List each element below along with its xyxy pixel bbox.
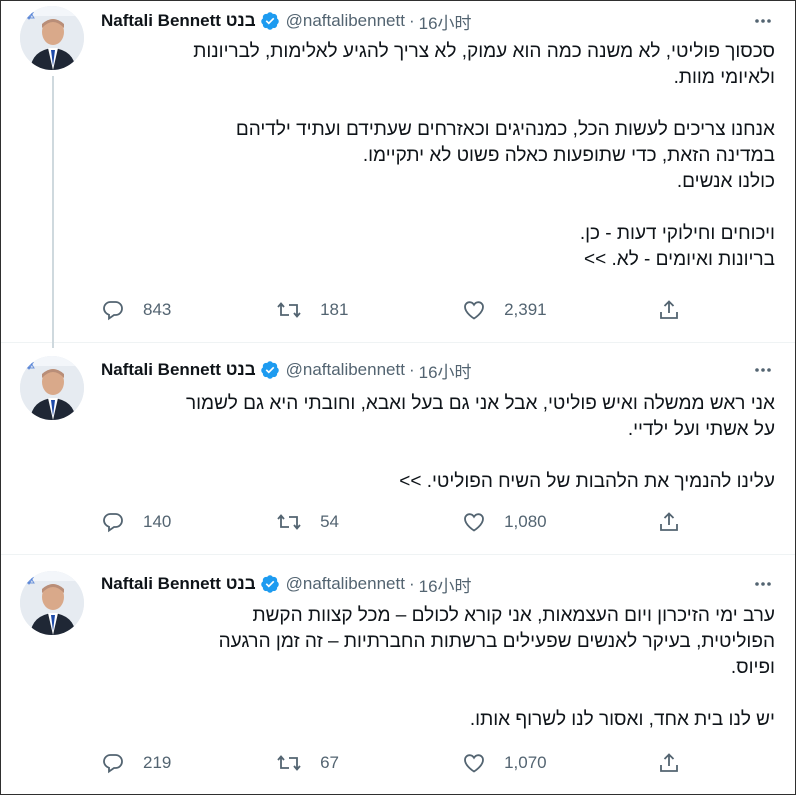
more-options-icon[interactable] <box>751 9 775 33</box>
share-icon <box>660 300 678 319</box>
text-line: אני ראש ממשלה ואיש פוליטי, אבל אני גם בע… <box>185 393 775 414</box>
tweet-timestamp[interactable]: 16小时 <box>419 572 472 597</box>
retweet-count: 67 <box>320 753 339 772</box>
avatar[interactable] <box>20 356 84 420</box>
text-line: עלינו להנמיך את הלהבות של השיח הפוליטי. … <box>399 471 775 492</box>
separator-dot: · <box>408 11 415 30</box>
tweet-paragraph: יש לנו בית אחד, ואסור לנו לשרוף אותו. <box>101 707 775 733</box>
avatar[interactable] <box>20 571 84 635</box>
tweet-header: Naftali Bennett בנט @naftalibennett · 16… <box>101 9 775 33</box>
text-line: סכסוך פוליטי, לא משנה כמה הוא עמוק, לא צ… <box>193 41 775 62</box>
reply-count: 843 <box>143 300 172 319</box>
reply-count: 219 <box>143 753 172 772</box>
tweet[interactable]: Naftali Bennett בנט @naftalibennett · 16… <box>1 343 795 555</box>
tweet-actions: 219 67 1,070 <box>101 748 681 778</box>
like-count: 2,391 <box>504 300 547 319</box>
retweet-icon <box>277 755 301 771</box>
tweet-paragraph: סכסוך פוליטי, לא משנה כמה הוא עמוק, לא צ… <box>101 39 775 91</box>
share-button[interactable] <box>657 298 681 322</box>
author-handle[interactable]: @naftalibennett <box>286 360 405 380</box>
tweet-paragraph: אני ראש ממשלה ואיש פוליטי, אבל אני גם בע… <box>101 391 775 443</box>
separator-dot: · <box>408 574 415 593</box>
like-count: 1,070 <box>504 753 547 772</box>
share-button[interactable] <box>657 510 681 534</box>
tweet[interactable]: Naftali Bennett בנט @naftalibennett · 16… <box>1 555 795 794</box>
share-button[interactable] <box>657 751 681 775</box>
author-handle[interactable]: @naftalibennett <box>286 11 405 31</box>
tweet-text: סכסוך פוליטי, לא משנה כמה הוא עמוק, לא צ… <box>101 39 775 273</box>
like-button[interactable]: 2,391 <box>462 298 657 322</box>
retweet-icon <box>277 302 301 318</box>
thread-connector-line <box>52 76 54 348</box>
reply-button[interactable]: 140 <box>101 510 276 534</box>
retweet-icon <box>277 514 301 530</box>
tweet-feed: Naftali Bennett בנט @naftalibennett · 16… <box>0 0 796 795</box>
verified-badge-icon <box>260 12 279 30</box>
like-count: 1,080 <box>504 512 547 531</box>
text-line: הפוליטית, בעיקר לאנשים שפעילים ברשתות הח… <box>218 631 775 652</box>
reply-button[interactable]: 843 <box>101 298 276 322</box>
author-name[interactable]: Naftali Bennett בנט <box>101 11 256 31</box>
reply-icon <box>103 754 123 774</box>
share-icon <box>660 753 678 772</box>
tweet[interactable]: Naftali Bennett בנט @naftalibennett · 16… <box>1 1 795 348</box>
text-line: בריונות ואיומים - לא. >> <box>584 249 775 270</box>
text-line: על אשתי ועל ילדיי. <box>627 419 775 440</box>
share-icon <box>660 512 678 531</box>
tweet-text: ערב ימי הזיכרון ויום העצמאות, אני קורא ל… <box>101 603 775 733</box>
author-name[interactable]: Naftali Bennett בנט <box>101 574 256 594</box>
tweet-paragraph: ערב ימי הזיכרון ויום העצמאות, אני קורא ל… <box>101 603 775 681</box>
text-line: ויכוחים וחילוקי דעות - כן. <box>579 223 775 244</box>
text-line: ופיוס. <box>730 657 775 678</box>
heart-icon <box>464 754 484 773</box>
author-handle[interactable]: @naftalibennett <box>286 574 405 594</box>
text-line: כולנו אנשים. <box>676 171 775 192</box>
author-name[interactable]: Naftali Bennett בנט <box>101 360 256 380</box>
verified-badge-icon <box>260 361 279 379</box>
like-button[interactable]: 1,070 <box>462 751 657 775</box>
tweet-text: אני ראש ממשלה ואיש פוליטי, אבל אני גם בע… <box>101 391 775 495</box>
reply-button[interactable]: 219 <box>101 751 276 775</box>
separator-dot: · <box>408 360 415 379</box>
heart-icon <box>464 301 484 320</box>
tweet-actions: 843 181 2,391 <box>101 295 681 325</box>
verified-badge-icon <box>260 575 279 593</box>
retweet-button[interactable]: 67 <box>276 751 462 775</box>
reply-count: 140 <box>143 512 172 531</box>
retweet-button[interactable]: 181 <box>276 298 462 322</box>
tweet-timestamp[interactable]: 16小时 <box>419 358 472 383</box>
tweet-paragraph: עלינו להנמיך את הלהבות של השיח הפוליטי. … <box>101 469 775 495</box>
tweet-paragraph: אנחנו צריכים לעשות הכל, כמנהיגים וכאזרחי… <box>101 117 775 195</box>
reply-icon <box>103 301 123 321</box>
retweet-count: 181 <box>320 300 349 319</box>
retweet-button[interactable]: 54 <box>276 510 462 534</box>
tweet-paragraph: ויכוחים וחילוקי דעות - כן. בריונות ואיומ… <box>101 221 775 273</box>
retweet-count: 54 <box>320 512 339 531</box>
text-line: במדינה הזאת, כדי שתופעות כאלה פשוט לא ית… <box>362 145 775 166</box>
tweet-actions: 140 54 1,080 <box>101 507 681 537</box>
text-line: אנחנו צריכים לעשות הכל, כמנהיגים וכאזרחי… <box>235 119 775 140</box>
tweet-header: Naftali Bennett בנט @naftalibennett · 16… <box>101 358 775 382</box>
more-options-icon[interactable] <box>751 358 775 382</box>
tweet-timestamp[interactable]: 16小时 <box>419 9 472 34</box>
text-line: יש לנו בית אחד, ואסור לנו לשרוף אותו. <box>469 709 775 730</box>
avatar[interactable] <box>20 6 84 70</box>
reply-icon <box>103 513 123 533</box>
like-button[interactable]: 1,080 <box>462 510 657 534</box>
text-line: ולאיומי מוות. <box>673 67 775 88</box>
heart-icon <box>464 513 484 532</box>
text-line: ערב ימי הזיכרון ויום העצמאות, אני קורא ל… <box>252 605 775 626</box>
tweet-header: Naftali Bennett בנט @naftalibennett · 16… <box>101 572 775 596</box>
more-options-icon[interactable] <box>751 572 775 596</box>
